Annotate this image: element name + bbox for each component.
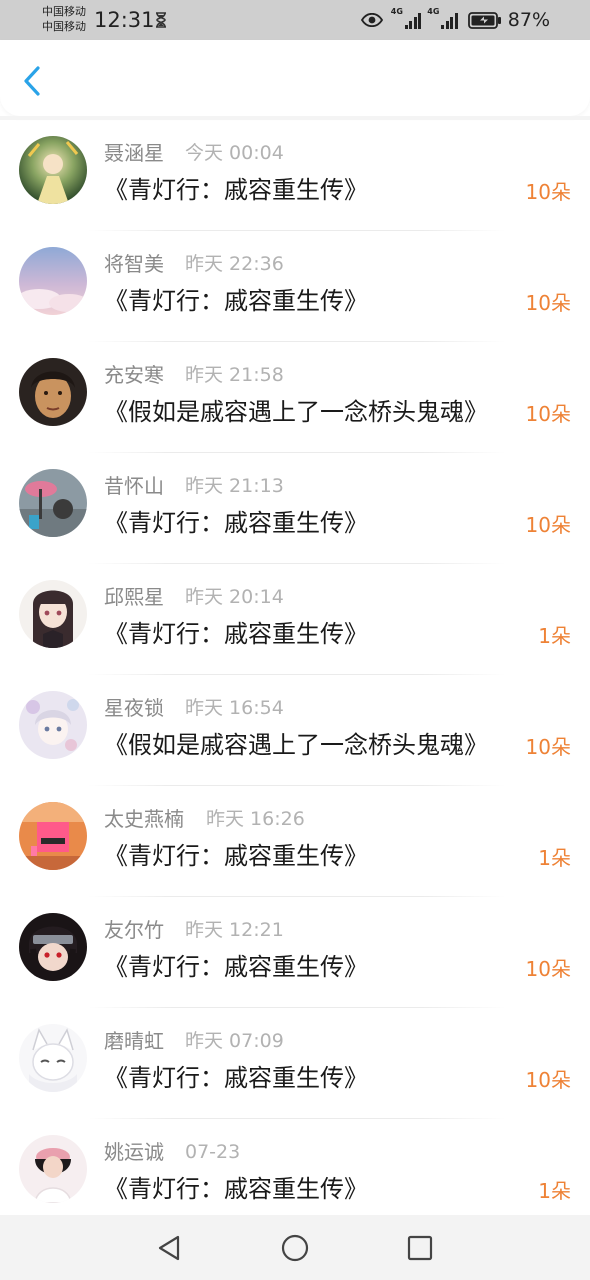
list-item[interactable]: 充安寒 昨天 21:58 《假如是戚容遇上了一念桥头鬼魂》 10朵 <box>0 342 590 453</box>
chevron-left-icon <box>24 66 40 96</box>
back-button[interactable] <box>18 64 48 98</box>
book-title[interactable]: 《青灯行：戚容重生传》 <box>104 1173 368 1205</box>
timestamp: 07-23 <box>185 1141 241 1163</box>
list-item[interactable]: 邱熙星 昨天 20:14 《青灯行：戚容重生传》 1朵 <box>0 564 590 675</box>
gift-count: 1朵 <box>538 624 571 648</box>
username: 友尔竹 <box>104 918 164 942</box>
hourglass-icon <box>156 12 166 28</box>
timestamp: 昨天 12:21 <box>185 919 284 941</box>
eye-icon <box>360 13 383 27</box>
timestamp: 昨天 21:13 <box>185 475 284 497</box>
gift-count: 1朵 <box>538 846 571 870</box>
gift-record-list[interactable]: 聂涵星 今天 00:04 《青灯行：戚容重生传》 10朵 将智美 昨天 22:3… <box>0 120 590 1215</box>
timestamp: 昨天 20:14 <box>185 586 284 608</box>
carrier-names: 中国移动 中国移动 <box>42 4 86 34</box>
square-recents-icon[interactable] <box>405 1233 435 1263</box>
book-title[interactable]: 《青灯行：戚容重生传》 <box>104 951 368 983</box>
avatar[interactable] <box>19 580 87 648</box>
avatar[interactable] <box>19 136 87 204</box>
list-item[interactable]: 友尔竹 昨天 12:21 《青灯行：戚容重生传》 10朵 <box>0 897 590 1008</box>
gift-count: 10朵 <box>525 1068 571 1092</box>
battery-icon <box>467 11 501 29</box>
book-title[interactable]: 《青灯行：戚容重生传》 <box>104 507 368 539</box>
avatar[interactable] <box>19 1135 87 1203</box>
timestamp: 今天 00:04 <box>185 142 284 164</box>
username: 姚运诚 <box>104 1140 164 1164</box>
username: 太史燕楠 <box>104 807 184 831</box>
book-title[interactable]: 《青灯行：戚容重生传》 <box>104 285 368 317</box>
timestamp: 昨天 22:36 <box>185 253 284 275</box>
username: 磨晴虹 <box>104 1029 164 1053</box>
avatar[interactable] <box>19 913 87 981</box>
list-item[interactable]: 将智美 昨天 22:36 《青灯行：戚容重生传》 10朵 <box>0 231 590 342</box>
signal-icon-1: 4G <box>391 7 422 29</box>
book-title[interactable]: 《假如是戚容遇上了一念桥头鬼魂》 <box>104 396 488 428</box>
avatar[interactable] <box>19 1024 87 1092</box>
book-title[interactable]: 《青灯行：戚容重生传》 <box>104 618 368 650</box>
username: 星夜锁 <box>104 696 164 720</box>
avatar[interactable] <box>19 691 87 759</box>
list-item[interactable]: 姚运诚 07-23 《青灯行：戚容重生传》 1朵 <box>0 1119 590 1215</box>
gift-count: 10朵 <box>525 291 571 315</box>
app-screen: 中国移动 中国移动 12:31 4G 4G 87% 聂涵星 今天 00:04 《… <box>0 0 590 1280</box>
status-icons: 4G 4G 87% <box>360 7 550 33</box>
username: 充安寒 <box>104 363 164 387</box>
gift-count: 10朵 <box>525 513 571 537</box>
system-nav-bar <box>0 1215 590 1280</box>
list-item[interactable]: 太史燕楠 昨天 16:26 《青灯行：戚容重生传》 1朵 <box>0 786 590 897</box>
avatar[interactable] <box>19 802 87 870</box>
book-title[interactable]: 《青灯行：戚容重生传》 <box>104 174 368 206</box>
list-item[interactable]: 聂涵星 今天 00:04 《青灯行：戚容重生传》 10朵 <box>0 120 590 231</box>
list-item[interactable]: 星夜锁 昨天 16:54 《假如是戚容遇上了一念桥头鬼魂》 10朵 <box>0 675 590 786</box>
book-title[interactable]: 《青灯行：戚容重生传》 <box>104 1062 368 1094</box>
battery-percent: 87% <box>507 9 550 31</box>
timestamp: 昨天 16:26 <box>206 808 305 830</box>
gift-count: 1朵 <box>538 1179 571 1203</box>
avatar[interactable] <box>19 469 87 537</box>
status-bar: 中国移动 中国移动 12:31 4G 4G 87% <box>0 0 590 40</box>
book-title[interactable]: 《青灯行：戚容重生传》 <box>104 840 368 872</box>
circle-home-icon[interactable] <box>280 1233 310 1263</box>
signal-icon-2: 4G <box>427 7 458 29</box>
triangle-back-icon[interactable] <box>155 1233 185 1263</box>
gift-count: 10朵 <box>525 735 571 759</box>
timestamp: 昨天 07:09 <box>185 1030 284 1052</box>
username: 聂涵星 <box>104 141 164 165</box>
timestamp: 昨天 21:58 <box>185 364 284 386</box>
carrier-2: 中国移动 <box>42 20 86 33</box>
username: 邱熙星 <box>104 585 164 609</box>
list-item[interactable]: 昔怀山 昨天 21:13 《青灯行：戚容重生传》 10朵 <box>0 453 590 564</box>
carrier-1: 中国移动 <box>42 5 86 18</box>
network-type-2: 4G <box>427 7 440 16</box>
list-item[interactable]: 磨晴虹 昨天 07:09 《青灯行：戚容重生传》 10朵 <box>0 1008 590 1119</box>
avatar[interactable] <box>19 358 87 426</box>
timestamp: 昨天 16:54 <box>185 697 284 719</box>
network-type-1: 4G <box>390 7 403 16</box>
book-title[interactable]: 《假如是戚容遇上了一念桥头鬼魂》 <box>104 729 488 761</box>
gift-count: 10朵 <box>525 402 571 426</box>
username: 昔怀山 <box>104 474 164 498</box>
top-bar <box>0 40 590 116</box>
avatar[interactable] <box>19 247 87 315</box>
status-clock: 12:31 <box>94 8 155 32</box>
gift-count: 10朵 <box>525 957 571 981</box>
username: 将智美 <box>104 252 164 276</box>
gift-count: 10朵 <box>525 180 571 204</box>
